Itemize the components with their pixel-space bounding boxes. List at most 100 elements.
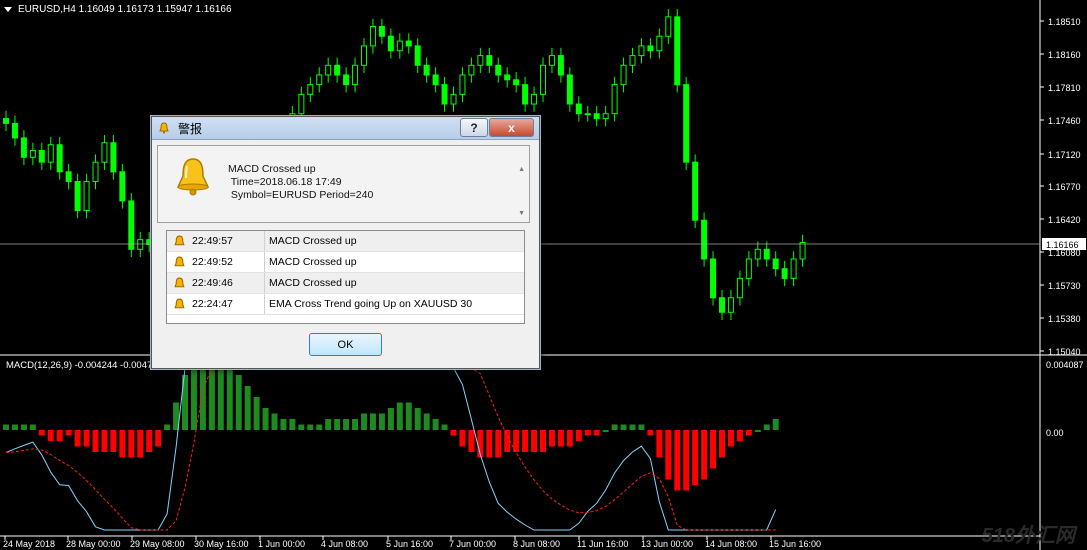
price-tick-label: 1.16420 <box>1048 215 1081 225</box>
macd-bar <box>253 397 260 430</box>
macd-bar <box>656 430 663 458</box>
candle-body <box>110 142 117 173</box>
time-tick-label: 13 Jun 00:00 <box>641 539 693 549</box>
macd-bar <box>307 424 314 430</box>
candle-body <box>414 45 421 66</box>
help-button[interactable]: ? <box>460 118 488 137</box>
candle-body <box>540 64 546 95</box>
list-item[interactable]: 22:24:47 EMA Cross Trend going Up on XAU… <box>167 294 524 315</box>
macd-bar <box>343 419 350 430</box>
list-item[interactable]: 22:49:57 MACD Crossed up <box>167 231 524 252</box>
candle-body <box>65 171 72 183</box>
bell-icon <box>174 277 185 287</box>
time-tick-label: 30 May 16:00 <box>194 539 249 549</box>
message-box[interactable]: MACD Crossed up Time=2018.06.18 17:49 Sy… <box>157 145 530 223</box>
alert-text: MACD Crossed up <box>269 256 357 268</box>
alert-list[interactable]: 22:49:57 MACD Crossed up 22:49:52 MACD C… <box>166 230 525 324</box>
macd-bar <box>629 424 636 430</box>
macd-bar <box>20 424 27 430</box>
candle-body <box>495 64 502 76</box>
list-item[interactable]: 22:49:52 MACD Crossed up <box>167 252 524 273</box>
macd-bar <box>47 430 54 441</box>
time-tick-label: 15 Jun 16:00 <box>769 539 821 549</box>
candle-body <box>334 64 341 76</box>
candle-body <box>56 144 63 173</box>
candle-body <box>307 84 314 95</box>
candle-body <box>11 122 18 139</box>
list-item[interactable]: 22:49:46 MACD Crossed up <box>167 273 524 294</box>
candle-body <box>584 113 591 116</box>
time-tick-label: 11 Jun 16:00 <box>577 539 628 549</box>
candle-body <box>566 74 573 105</box>
macd-bar <box>92 430 99 452</box>
macd-bar <box>262 408 269 430</box>
macd-bar <box>65 430 72 436</box>
time-tick-label: 24 May 2018 <box>3 539 55 549</box>
candle-body <box>137 239 144 250</box>
macd-bar <box>531 430 538 452</box>
candle-body <box>92 161 99 183</box>
macd-bar <box>468 430 475 452</box>
macd-bar <box>29 424 36 430</box>
macd-tick-label: 0.00 <box>1046 428 1064 438</box>
macd-bar <box>459 430 466 447</box>
macd-bar <box>441 424 448 430</box>
macd-tick-label: 0.004087 <box>1046 360 1084 370</box>
candle-body <box>20 137 27 158</box>
candle-body <box>692 161 699 221</box>
macd-bar <box>325 419 332 430</box>
chart-header: EURUSD,H4 1.16049 1.16173 1.15947 1.1616… <box>4 4 232 15</box>
candle-body <box>745 258 752 279</box>
candle-body <box>701 219 708 260</box>
macd-bar <box>620 424 627 430</box>
alert-dialog: 警报 ? x MACD Crossed up Time=2018.06.18 1… <box>151 116 540 369</box>
candle-body <box>3 118 9 124</box>
candle-body <box>343 74 350 86</box>
macd-bar <box>146 430 153 452</box>
macd-bar <box>557 430 564 447</box>
candle-body <box>486 55 493 66</box>
candle-body <box>531 93 538 105</box>
candle-body <box>548 55 555 66</box>
macd-bar <box>736 430 743 441</box>
bell-icon <box>174 235 185 245</box>
candle-body <box>674 16 681 86</box>
candle-body <box>656 35 663 52</box>
candle-body <box>629 55 636 66</box>
macd-bar <box>674 430 681 491</box>
bell-icon <box>159 122 169 134</box>
close-value: 1.16166 <box>195 4 232 15</box>
macd-bar <box>164 424 171 430</box>
candle-body <box>754 248 761 260</box>
macd-bar <box>450 430 457 436</box>
close-button[interactable]: x <box>489 118 534 137</box>
macd-bar <box>289 419 296 430</box>
chart-menu-icon[interactable] <box>4 7 12 12</box>
scroll-up-icon[interactable]: ▲ <box>518 166 525 173</box>
scroll-down-icon[interactable]: ▼ <box>518 210 525 217</box>
candle-body <box>101 142 108 163</box>
macd-bar <box>361 413 367 430</box>
macd-bar <box>396 402 403 430</box>
time-tick-label: 5 Jun 16:00 <box>386 539 433 549</box>
candle-body <box>468 64 475 76</box>
price-tick-label: 1.18510 <box>1048 17 1081 27</box>
macd-panel <box>3 353 779 531</box>
alert-time: 22:49:57 <box>192 231 265 251</box>
macd-bar <box>3 424 9 430</box>
symbol-label: EURUSD,H4 <box>18 4 76 15</box>
macd-bar <box>504 430 511 452</box>
candle-body <box>602 113 609 120</box>
macd-bar <box>190 364 197 430</box>
candle-body <box>781 268 788 279</box>
candle-body <box>29 150 36 158</box>
candle-body <box>719 297 725 313</box>
macd-bar <box>101 430 108 452</box>
macd-bar <box>405 402 412 430</box>
candle-body <box>459 74 466 95</box>
time-tick-label: 8 Jun 08:00 <box>513 539 560 549</box>
bell-icon <box>174 256 185 266</box>
ok-button[interactable]: OK <box>309 333 382 356</box>
macd-bar <box>244 386 251 430</box>
time-tick-label: 28 May 00:00 <box>66 539 121 549</box>
